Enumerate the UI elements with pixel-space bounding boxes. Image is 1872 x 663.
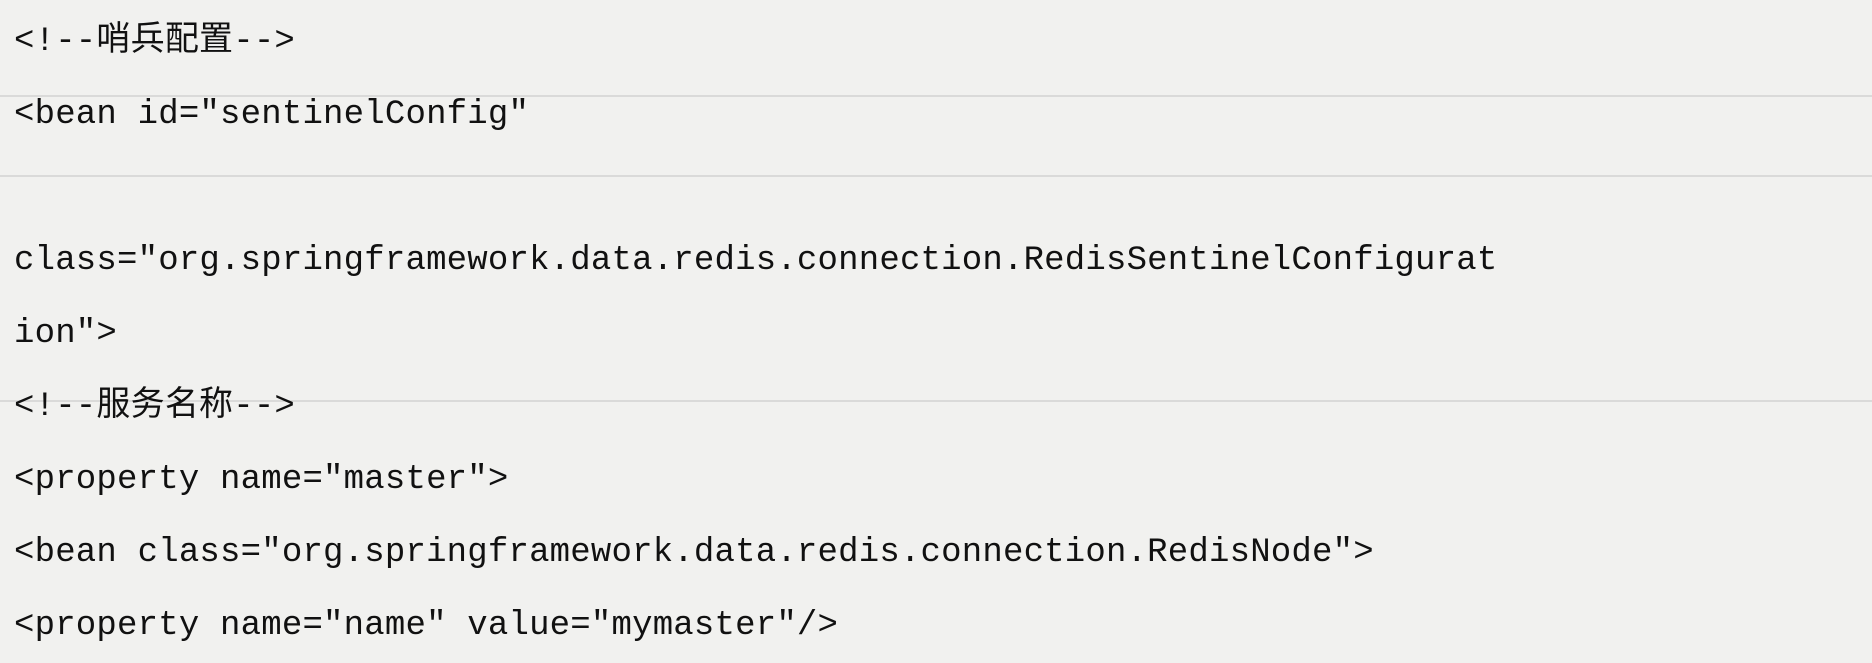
code-line: <property name="master"> (14, 461, 509, 499)
code-line: <!--服务名称--> (14, 388, 296, 426)
code-line: <!--哨兵配置--> (14, 23, 296, 61)
code-line: class="org.springframework.data.redis.co… (14, 242, 1498, 280)
code-line: <property name="name" value="mymaster"/> (14, 607, 839, 645)
code-line: ion"> (14, 315, 118, 353)
code-block: <!--哨兵配置--> <bean id="sentinelConfig" cl… (14, 6, 1872, 663)
code-line: <bean id="sentinelConfig" (14, 96, 530, 134)
code-line: <bean class="org.springframework.data.re… (14, 534, 1374, 572)
